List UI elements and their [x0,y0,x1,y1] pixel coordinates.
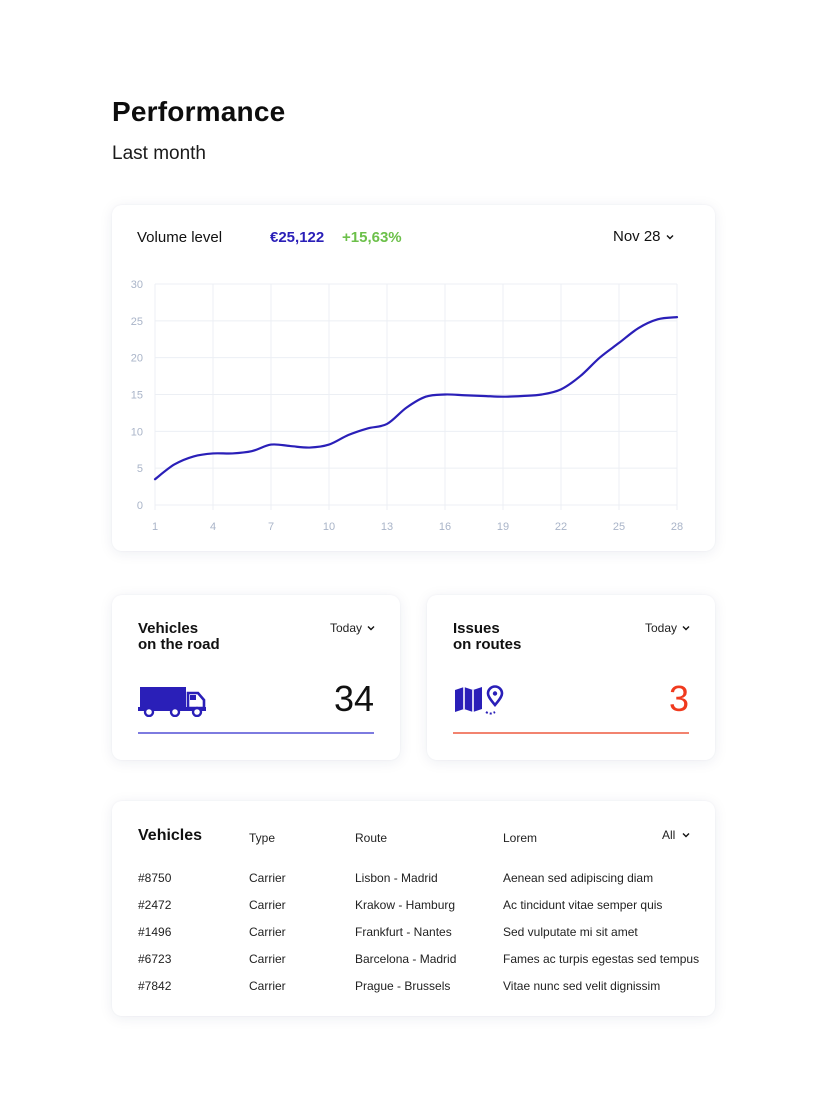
table-row[interactable]: #1496 Carrier Frankfurt - Nantes Sed vul… [112,925,715,952]
volume-label: Volume level [137,229,223,246]
vehicle-route: Frankfurt - Nantes [355,925,452,939]
y-tick-label: 30 [131,279,143,291]
table-row[interactable]: #6723 Carrier Barcelona - Madrid Fames a… [112,952,715,979]
volume-chart: 0 5 10 15 20 25 30 1 4 7 10 13 16 19 22 25 28 [131,279,683,533]
x-tick-label: 19 [497,521,509,533]
issues-divider [453,732,689,734]
vehicles-period-select[interactable]: Today [330,621,376,635]
y-tick-label: 25 [131,316,143,328]
x-tick-label: 10 [323,521,335,533]
vehicles-title-line1: Vehicles [138,620,199,637]
vehicles-divider [138,732,374,734]
vehicle-route: Krakow - Hamburg [355,898,456,912]
vehicle-lorem: Fames ac turpis egestas sed tempus [503,952,700,966]
x-tick-label: 1 [152,521,158,533]
table-filter-label: All [662,828,676,842]
issues-card-title: Issues on routes [453,621,593,653]
vehicle-id: #2472 [138,898,172,912]
vehicle-lorem: Ac tincidunt vitae semper quis [503,898,663,912]
volume-card: 0 5 10 15 20 25 30 1 4 7 10 13 16 19 22 25 28 Volume lev… [112,205,715,551]
vehicle-type: Carrier [249,925,286,939]
x-tick-label: 22 [555,521,567,533]
table-filter-select[interactable]: All [662,828,691,842]
vehicles-count: 34 [333,678,374,719]
y-tick-label: 10 [131,426,143,438]
chevron-down-icon [367,626,375,631]
y-tick-label: 0 [137,500,143,512]
page-subtitle: Last month [112,143,206,164]
vehicle-lorem: Vitae nunc sed velit dignissim [503,979,661,993]
vehicle-type: Carrier [249,979,286,993]
chevron-down-icon [682,833,690,838]
issues-period-label: Today [644,621,677,635]
issues-count: 3 [668,678,689,719]
column-header-type: Type [249,831,276,845]
vehicle-lorem: Sed vulputate mi sit amet [503,925,638,939]
vehicle-lorem: Aenean sed adipiscing diam [503,871,654,885]
vehicle-id: #7842 [138,979,172,993]
y-tick-label: 5 [137,463,143,475]
column-header-lorem: Lorem [503,831,538,845]
table-title: Vehicles [138,827,203,844]
x-tick-label: 4 [210,521,216,533]
date-select[interactable]: Nov 28 [613,228,675,245]
vehicle-id: #6723 [138,952,172,966]
table-row[interactable]: #2472 Carrier Krakow - Hamburg Ac tincid… [112,898,715,925]
table-header: Vehicles Type Route Lorem All [112,801,715,861]
table-row[interactable]: #7842 Carrier Prague - Brussels Vitae nu… [112,979,715,1006]
vehicle-route: Lisbon - Madrid [355,871,438,885]
date-select-label: Nov 28 [613,228,661,245]
issues-title-line1: Issues [453,620,500,637]
x-tick-label: 28 [671,521,683,533]
vehicles-period-label: Today [329,621,362,635]
x-tick-label: 16 [439,521,451,533]
vehicle-route: Prague - Brussels [355,979,451,993]
vehicles-card-title: Vehicles on the road [138,621,278,653]
vehicle-route: Barcelona - Madrid [355,952,457,966]
issues-on-routes-card: Issues on routes Today 3 [427,595,715,760]
table-row[interactable]: #8750 Carrier Lisbon - Madrid Aenean sed… [112,871,715,898]
vehicle-id: #8750 [138,871,172,885]
chevron-down-icon [682,626,690,631]
x-tick-label: 25 [613,521,625,533]
y-tick-label: 15 [131,390,143,402]
vehicles-on-road-card: Vehicles on the road Today 34 [112,595,400,760]
volume-value: €25,122 [270,229,325,246]
x-tick-label: 13 [381,521,393,533]
y-tick-label: 20 [131,353,143,365]
chevron-down-icon [666,234,674,239]
vehicle-id: #1496 [138,925,172,939]
map-pin-icon [455,685,504,715]
x-tick-label: 7 [268,521,274,533]
issues-title-line2: on routes [453,636,522,653]
volume-change: +15,63% [342,229,402,246]
vehicle-type: Carrier [249,898,286,912]
vehicles-table-card: Vehicles Type Route Lorem All #8750 Carr… [112,801,715,1016]
vehicle-type: Carrier [249,952,286,966]
page-title: Performance [112,96,286,127]
truck-icon [138,687,206,717]
column-header-route: Route [355,831,388,845]
vehicle-type: Carrier [249,871,286,885]
vehicles-title-line2: on the road [138,636,220,653]
issues-period-select[interactable]: Today [645,621,691,635]
series-line [153,316,679,481]
